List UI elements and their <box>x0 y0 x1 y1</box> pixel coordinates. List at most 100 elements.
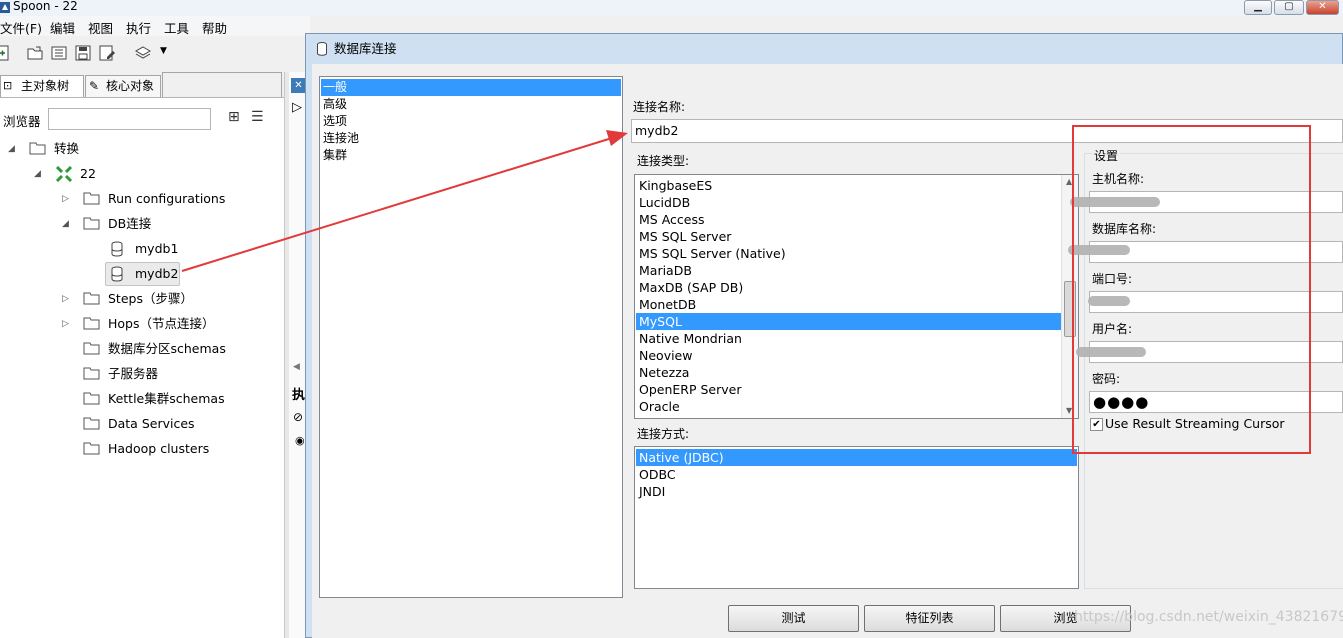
annotation-highlight-box <box>1072 125 1311 454</box>
title-bar: Spoon - 22 ▁ ▢ ✕ <box>0 0 1343 16</box>
tree-item-hops[interactable]: ▷ Hops（节点连接） <box>0 313 284 335</box>
tab-main-tree[interactable]: ⊡ 主对象树 <box>0 75 84 97</box>
tree-item-mydb1[interactable]: mydb1 <box>0 238 284 260</box>
maximize-button[interactable]: ▢ <box>1274 0 1304 15</box>
folder-icon <box>83 367 100 380</box>
refresh-icon[interactable]: ⊘ <box>293 410 303 424</box>
list-item[interactable]: MonetDB <box>636 296 1061 313</box>
list-item[interactable]: KingbaseES <box>636 177 1061 194</box>
tree-item-data-services[interactable]: Data Services <box>0 413 284 435</box>
connection-type-list[interactable]: KingbaseES LucidDB MS Access MS SQL Serv… <box>634 174 1079 419</box>
tree-item-trans-22[interactable]: ◢ 22 <box>0 163 284 185</box>
explore-repository-icon[interactable] <box>50 44 68 62</box>
tree-label-hops: Hops（节点连接） <box>108 316 215 331</box>
layers-icon[interactable] <box>134 44 152 62</box>
list-item[interactable]: Netezza <box>636 364 1061 381</box>
database-icon <box>111 241 123 257</box>
test-button[interactable]: 测试 <box>728 605 859 632</box>
collapse-arrow-icon[interactable]: ◢ <box>8 138 15 160</box>
tab-main-tree-label: 主对象树 <box>21 79 70 93</box>
tree-item-mydb2[interactable]: mydb2 <box>0 263 284 285</box>
tree-label-steps: Steps（步骤） <box>108 291 193 306</box>
list-item[interactable]: Native Mondrian <box>636 330 1061 347</box>
list-item[interactable]: LucidDB <box>636 194 1061 211</box>
collapse-arrow-icon[interactable]: ◢ <box>34 163 41 185</box>
tab-core-objects[interactable]: ✎ 核心对象 <box>85 75 161 97</box>
tree-label-partition-schemas: 数据库分区schemas <box>108 341 226 356</box>
list-item[interactable]: OpenERP Server <box>636 381 1061 398</box>
tree-item-transformations[interactable]: ◢ 转换 <box>0 138 284 160</box>
folder-icon <box>83 317 100 330</box>
folder-icon <box>83 192 100 205</box>
nav-general[interactable]: 一般 <box>321 79 621 96</box>
menu-tools[interactable]: 工具 <box>164 18 189 37</box>
tree-item-partition-schemas[interactable]: 数据库分区schemas <box>0 338 284 360</box>
menu-file[interactable]: 文件(F) <box>0 18 42 37</box>
nav-options[interactable]: 选项 <box>321 113 621 130</box>
menu-run[interactable]: 执行 <box>126 18 151 37</box>
tree-label-data-services: Data Services <box>108 416 195 431</box>
menu-view[interactable]: 视图 <box>88 18 113 37</box>
access-method-list[interactable]: Native (JDBC) ODBC JNDI <box>634 446 1079 589</box>
run-icon[interactable]: ▷ <box>292 100 302 115</box>
tree-item-run-configurations[interactable]: ▷ Run configurations <box>0 188 284 210</box>
open-folder-icon[interactable] <box>26 44 44 62</box>
tree-item-db-connections[interactable]: ◢ DB连接 <box>0 213 284 235</box>
list-item[interactable]: MaxDB (SAP DB) <box>636 279 1061 296</box>
expand-arrow-icon[interactable]: ▷ <box>62 288 69 310</box>
minimize-button[interactable]: ▁ <box>1244 0 1272 15</box>
folder-icon <box>29 142 46 155</box>
tree-item-slave-servers[interactable]: 子服务器 <box>0 363 284 385</box>
expand-all-icon[interactable]: ⊞ <box>228 109 240 125</box>
folder-icon <box>83 392 100 405</box>
new-file-icon[interactable] <box>0 44 12 62</box>
tree-item-hadoop-clusters[interactable]: Hadoop clusters <box>0 438 284 460</box>
tree-label-transformations: 转换 <box>54 141 80 156</box>
menu-help[interactable]: 帮助 <box>202 18 227 37</box>
tree-item-steps[interactable]: ▷ Steps（步骤） <box>0 288 284 310</box>
pencil-icon: ✎ <box>89 79 100 93</box>
tab-core-objects-label: 核心对象 <box>106 79 155 93</box>
left-panel-tabs: ⊡ 主对象树 ✎ 核心对象 <box>0 72 284 98</box>
list-item-selected[interactable]: Native (JDBC) <box>636 449 1077 466</box>
expand-arrow-icon[interactable]: ▷ <box>62 188 69 210</box>
database-icon <box>111 266 123 282</box>
collapse-arrow-icon[interactable]: ◢ <box>62 213 69 235</box>
nav-clustering[interactable]: 集群 <box>321 147 621 164</box>
list-item[interactable]: ODBC <box>636 466 1077 483</box>
collapse-all-icon[interactable]: ☰ <box>251 109 264 125</box>
menu-edit[interactable]: 编辑 <box>50 18 75 37</box>
tree-item-cluster-schemas[interactable]: Kettle集群schemas <box>0 388 284 410</box>
spoon-app-icon <box>0 2 10 13</box>
dropdown-arrow-icon[interactable]: ▼ <box>160 46 167 56</box>
list-item[interactable]: Neoview <box>636 347 1061 364</box>
eye-icon[interactable]: ◉ <box>295 434 305 447</box>
save-icon[interactable] <box>74 44 92 62</box>
dialog-title: 数据库连接 <box>334 41 397 56</box>
close-button[interactable]: ✕ <box>1306 0 1339 15</box>
scroll-left-icon[interactable]: ◀ <box>293 362 300 372</box>
transformation-tab-icon[interactable]: ✕ <box>291 78 306 93</box>
tree-tab-icon: ⊡ <box>3 79 13 92</box>
list-item[interactable]: MariaDB <box>636 262 1061 279</box>
folder-icon <box>83 342 100 355</box>
list-item[interactable]: MS SQL Server (Native) <box>636 245 1061 262</box>
database-icon <box>317 42 327 56</box>
expand-arrow-icon[interactable]: ▷ <box>62 313 69 335</box>
toolbar: ▼ <box>0 38 310 70</box>
list-item[interactable]: MS Access <box>636 211 1061 228</box>
nav-pooling[interactable]: 连接池 <box>321 130 621 147</box>
list-item[interactable]: JNDI <box>636 483 1077 500</box>
list-item-selected[interactable]: MySQL <box>636 313 1061 330</box>
save-as-icon[interactable] <box>98 44 116 62</box>
feature-list-button[interactable]: 特征列表 <box>864 605 995 632</box>
list-item[interactable]: Oracle <box>636 398 1061 415</box>
browser-search-input[interactable] <box>48 108 211 130</box>
connection-name-label: 连接名称: <box>633 100 686 114</box>
tree-label-cluster-schemas: Kettle集群schemas <box>108 391 225 406</box>
transformation-icon <box>56 166 72 182</box>
nav-advanced[interactable]: 高级 <box>321 96 621 113</box>
tree-label-mydb1: mydb1 <box>135 241 179 256</box>
tree-label-22: 22 <box>80 166 96 181</box>
list-item[interactable]: MS SQL Server <box>636 228 1061 245</box>
